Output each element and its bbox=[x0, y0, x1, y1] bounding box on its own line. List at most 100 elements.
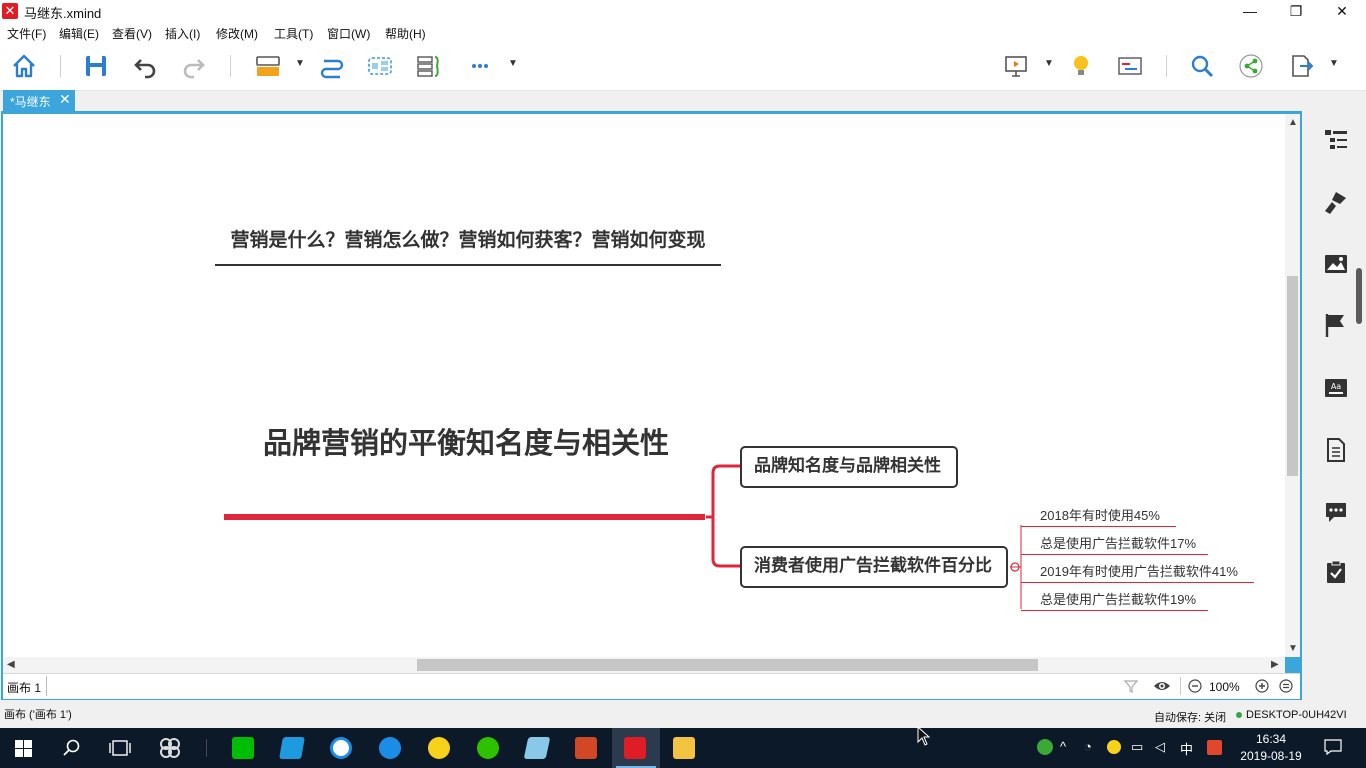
filter-icon[interactable] bbox=[1123, 678, 1139, 694]
status-sheet-text: 画布 ('画布 1') bbox=[4, 709, 72, 721]
tab-close-icon[interactable]: ✕ bbox=[59, 91, 71, 108]
qq-browser-icon[interactable] bbox=[318, 728, 366, 768]
comment-icon[interactable] bbox=[1322, 497, 1350, 525]
wechat-icon[interactable] bbox=[465, 728, 513, 768]
clock-date: 2019-08-19 bbox=[1240, 749, 1302, 763]
sogou-ime-icon[interactable] bbox=[1207, 740, 1222, 755]
system-clock[interactable]: 16:34 2019-08-19 bbox=[1240, 731, 1302, 765]
boundary-icon[interactable] bbox=[366, 52, 394, 80]
menu-help[interactable]: 帮助(H) bbox=[385, 25, 426, 42]
main-topic[interactable]: 消费者使用广告拦截软件百分比 bbox=[740, 546, 1008, 588]
close-button[interactable]: ✕ bbox=[1319, 0, 1365, 22]
task-icon[interactable] bbox=[1322, 558, 1350, 586]
zoom-level[interactable]: 100% bbox=[1209, 680, 1240, 694]
scroll-left-icon[interactable]: ◀ bbox=[7, 659, 15, 670]
more-icon[interactable] bbox=[466, 52, 494, 80]
image-icon[interactable] bbox=[1322, 250, 1350, 278]
export-dropdown-icon[interactable]: ▼ bbox=[1329, 58, 1339, 69]
bar-divider bbox=[1180, 677, 1181, 695]
menu-window[interactable]: 窗口(W) bbox=[327, 25, 370, 42]
undo-icon[interactable] bbox=[131, 52, 159, 80]
redo-icon[interactable] bbox=[180, 52, 208, 80]
tab-document[interactable]: *马继东 ✕ bbox=[3, 90, 75, 111]
canvas-bottom-bar bbox=[3, 673, 1300, 699]
xmind-icon: ✕ bbox=[2, 3, 18, 19]
central-topic[interactable]: 品牌营销的平衡知名度与相关性 bbox=[221, 420, 711, 460]
horizontal-scroll-thumb[interactable] bbox=[417, 659, 1038, 671]
gantt-icon[interactable] bbox=[1116, 52, 1144, 80]
search-icon[interactable] bbox=[1188, 52, 1216, 80]
file-explorer-icon[interactable] bbox=[661, 728, 709, 768]
tray-expand-icon[interactable]: ^ bbox=[1060, 739, 1066, 754]
menu-modify[interactable]: 修改(M) bbox=[216, 25, 258, 42]
more-dropdown-icon[interactable]: ▼ bbox=[508, 58, 518, 69]
menu-file[interactable]: 文件(F) bbox=[7, 25, 46, 42]
search-icon[interactable] bbox=[48, 728, 96, 768]
sheet-tab[interactable]: 画布 1 bbox=[7, 679, 41, 696]
menu-edit[interactable]: 编辑(E) bbox=[59, 25, 99, 42]
notes-icon[interactable] bbox=[1322, 436, 1350, 464]
export-icon[interactable] bbox=[1287, 52, 1315, 80]
topic-icon[interactable] bbox=[254, 52, 282, 80]
summary-icon[interactable] bbox=[415, 52, 443, 80]
window-title: 马继东.xmind bbox=[24, 6, 102, 21]
iqiyi-icon[interactable] bbox=[220, 728, 268, 768]
paint-icon[interactable] bbox=[269, 728, 317, 768]
home-icon[interactable] bbox=[10, 52, 38, 80]
marker-flag-icon[interactable] bbox=[1322, 311, 1350, 339]
network-icon[interactable]: ◔ bbox=[1084, 739, 1092, 754]
kugou-icon[interactable] bbox=[367, 728, 415, 768]
floating-topic[interactable]: 营销是什么？营销怎么做？营销如何获客？营销如何变现 bbox=[215, 226, 721, 266]
powerpoint-icon[interactable] bbox=[563, 728, 611, 768]
taskbar-divider bbox=[206, 739, 207, 757]
vertical-scroll-thumb[interactable] bbox=[1287, 276, 1298, 476]
ime-indicator[interactable]: 中 bbox=[1180, 739, 1193, 758]
notes-app-icon[interactable] bbox=[514, 728, 562, 768]
central-topic-line bbox=[224, 514, 705, 520]
connection-status-icon bbox=[1236, 712, 1242, 718]
xmind-taskbar-icon[interactable] bbox=[612, 728, 660, 768]
app-pinwheel-icon[interactable] bbox=[146, 728, 194, 768]
sub-topic[interactable]: 总是使用广告拦截软件17% bbox=[1021, 533, 1208, 555]
sub-topic[interactable]: 2019年有时使用广告拦截软件41% bbox=[1021, 561, 1254, 583]
text-style-icon[interactable]: Aa bbox=[1322, 374, 1350, 402]
main-topic[interactable]: 品牌知名度与品牌相关性 bbox=[740, 446, 958, 488]
zoom-in-icon[interactable] bbox=[1255, 679, 1269, 693]
save-icon[interactable] bbox=[82, 52, 110, 80]
scroll-up-icon[interactable]: ▲ bbox=[1288, 117, 1298, 128]
volume-icon[interactable]: ◁ bbox=[1155, 739, 1165, 755]
tab-label: *马继东 bbox=[10, 95, 51, 109]
share-icon[interactable] bbox=[1237, 52, 1265, 80]
menu-view[interactable]: 查看(V) bbox=[112, 25, 152, 42]
scroll-down-icon[interactable]: ▼ bbox=[1288, 643, 1298, 654]
menu-insert[interactable]: 插入(I) bbox=[165, 25, 200, 42]
battery-icon[interactable]: ▭ bbox=[1131, 739, 1143, 755]
zoom-out-icon[interactable] bbox=[1188, 679, 1202, 693]
brainstorm-icon[interactable] bbox=[1067, 52, 1095, 80]
toolbar-divider bbox=[230, 55, 231, 77]
presentation-icon[interactable] bbox=[1002, 52, 1030, 80]
menu-tools[interactable]: 工具(T) bbox=[274, 25, 313, 42]
maximize-button[interactable]: ❐ bbox=[1273, 0, 1319, 22]
side-panel-scrollbar[interactable] bbox=[1356, 268, 1362, 324]
autosave-status[interactable]: 自动保存: 关闭 bbox=[1154, 709, 1226, 725]
presentation-dropdown-icon[interactable]: ▼ bbox=[1044, 58, 1054, 69]
minimize-button[interactable]: — bbox=[1227, 0, 1273, 22]
tray-plus-icon[interactable] bbox=[1107, 740, 1121, 754]
fit-icon[interactable] bbox=[1279, 679, 1293, 693]
toolbar-divider bbox=[1166, 55, 1167, 77]
eye-icon[interactable] bbox=[1153, 678, 1171, 694]
start-button[interactable] bbox=[0, 728, 48, 768]
topic-dropdown-icon[interactable]: ▼ bbox=[295, 58, 305, 69]
scroll-right-icon[interactable]: ▶ bbox=[1271, 659, 1279, 670]
format-brush-icon[interactable] bbox=[1322, 188, 1350, 216]
outline-icon[interactable] bbox=[1322, 126, 1350, 154]
notification-icon[interactable] bbox=[1324, 739, 1342, 756]
tray-app-icon[interactable] bbox=[1037, 739, 1053, 755]
relationship-icon[interactable] bbox=[318, 52, 346, 80]
sub-topic[interactable]: 总是使用广告拦截软件19% bbox=[1021, 589, 1208, 611]
plus-app-icon[interactable] bbox=[416, 728, 464, 768]
menu-bar bbox=[0, 22, 1366, 42]
task-view-icon[interactable] bbox=[96, 728, 144, 768]
sub-topic[interactable]: 2018年有时使用45% bbox=[1021, 505, 1176, 527]
